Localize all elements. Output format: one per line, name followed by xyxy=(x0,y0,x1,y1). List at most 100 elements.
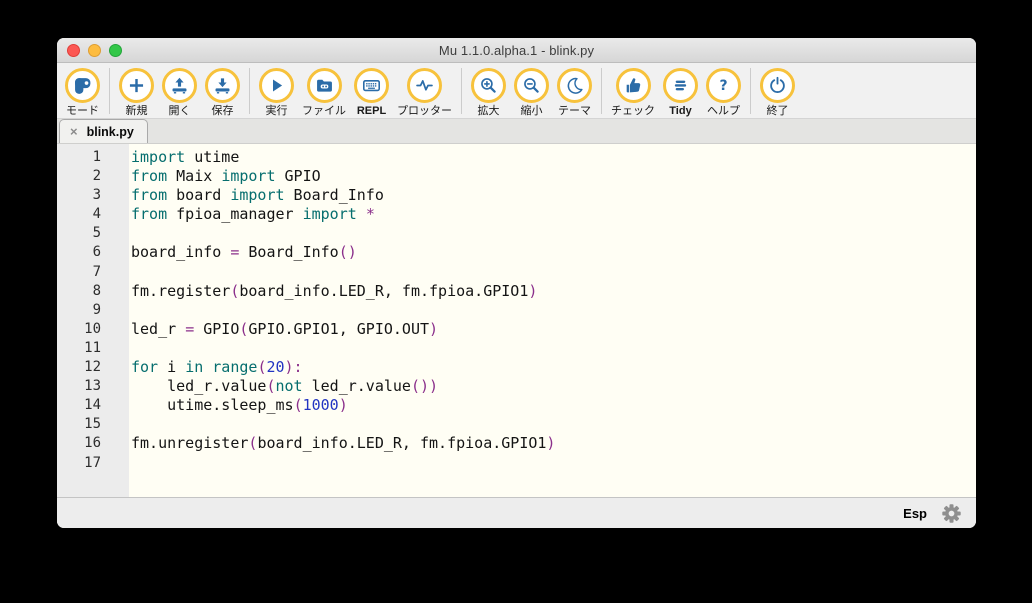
mu-editor-window: Mu 1.1.0.alpha.1 - blink.py モード 新規 開く 保存 実行 フ… xyxy=(57,38,976,528)
line-number-gutter: 1 2 3 4 5 6 7 8 9 10 11 12 13 14 15 16 17 xyxy=(57,144,129,497)
run-button[interactable]: 実行 xyxy=(255,68,298,117)
toolbar-group: 終了 xyxy=(756,68,799,117)
open-icon xyxy=(162,68,197,103)
close-window-button[interactable] xyxy=(67,43,80,57)
check-icon xyxy=(615,68,651,103)
code-line: fm.register(board_info.LED_R, fm.fpioa.G… xyxy=(131,281,538,300)
close-tab-icon[interactable]: × xyxy=(70,125,78,138)
line-number: 4 xyxy=(92,206,101,223)
new-icon xyxy=(119,68,154,103)
new-button[interactable]: 新規 xyxy=(115,68,158,117)
line-number: 16 xyxy=(84,435,101,452)
files-icon xyxy=(306,68,342,103)
mode-button[interactable]: モード xyxy=(61,68,104,117)
code-line: fm.unregister(board_info.LED_R, fm.fpioa… xyxy=(131,434,556,453)
tab-label: blink.py xyxy=(86,124,134,139)
toolbar-group: 新規 開く 保存 xyxy=(115,68,244,117)
code-line: led_r.value(not led_r.value()) xyxy=(131,377,439,396)
toolbar-button-label: チェック xyxy=(611,105,655,117)
toolbar-button-label: ヘルプ xyxy=(707,105,740,117)
toolbar-button-label: 拡大 xyxy=(477,105,500,117)
toolbar-button-label: テーマ xyxy=(558,105,591,117)
code-line: import utime xyxy=(131,148,240,166)
zoom-out-button[interactable]: 縮小 xyxy=(510,68,553,117)
line-number: 10 xyxy=(84,320,101,337)
mode-icon xyxy=(65,68,100,103)
files-button[interactable]: ファイル xyxy=(298,68,350,117)
code-line: utime.sleep_ms(1000) xyxy=(131,396,348,415)
line-number: 11 xyxy=(84,339,101,356)
toolbar-group: チェック Tidy? ヘルプ xyxy=(607,68,745,117)
toolbar-group: モード xyxy=(61,68,104,117)
tab-bar: × blink.py xyxy=(57,119,976,144)
toolbar-button-label: 新規 xyxy=(125,105,148,117)
toolbar-separator xyxy=(109,68,110,114)
toolbar-button-label: モード xyxy=(66,105,99,117)
help-icon: ? xyxy=(706,68,741,103)
toolbar-button-label: 縮小 xyxy=(520,105,543,117)
check-button[interactable]: チェック xyxy=(607,68,659,117)
toolbar-button-label: 保存 xyxy=(211,105,234,117)
line-number: 13 xyxy=(84,378,101,395)
window-titlebar[interactable]: Mu 1.1.0.alpha.1 - blink.py xyxy=(57,38,976,63)
line-number: 9 xyxy=(92,301,101,318)
toolbar-button-label: 終了 xyxy=(766,105,789,117)
toolbar-separator xyxy=(249,68,250,114)
plotter-button[interactable]: プロッター xyxy=(393,68,456,117)
line-number: 1 xyxy=(92,149,101,165)
toolbar: モード 新規 開く 保存 実行 ファイル REPL プロッター 拡大 縮小 テーマ チェック Tidy?… xyxy=(57,63,976,119)
toolbar-button-label: プロッター xyxy=(397,105,452,117)
save-icon xyxy=(205,68,240,103)
toolbar-group: 実行 ファイル REPL プロッター xyxy=(255,68,456,117)
quit-button[interactable]: 終了 xyxy=(756,68,799,117)
toolbar-button-label: REPL xyxy=(356,105,387,117)
line-number: 17 xyxy=(84,454,101,471)
repl-button[interactable]: REPL xyxy=(350,68,393,117)
toolbar-button-label: 開く xyxy=(168,105,191,117)
toolbar-separator xyxy=(461,68,462,114)
toolbar-separator xyxy=(601,68,602,114)
plotter-icon xyxy=(407,68,442,103)
zoom-in-icon xyxy=(471,68,506,103)
line-number: 12 xyxy=(84,359,101,376)
window-title: Mu 1.1.0.alpha.1 - blink.py xyxy=(438,42,595,58)
code-line: board_info = Board_Info() xyxy=(131,243,357,262)
toolbar-button-label: Tidy xyxy=(669,105,692,117)
save-button[interactable]: 保存 xyxy=(201,68,244,117)
tidy-icon xyxy=(663,68,698,103)
code-line: from Maix import GPIO xyxy=(131,167,321,186)
status-bar: Esp xyxy=(57,497,976,528)
code-area[interactable]: import utime from Maix import GPIO from bo… xyxy=(129,144,976,497)
tab-blink-py[interactable]: × blink.py xyxy=(59,119,148,143)
zoom-window-button[interactable] xyxy=(109,43,122,57)
zoom-in-button[interactable]: 拡大 xyxy=(467,68,510,117)
mode-indicator: Esp xyxy=(903,505,927,521)
help-button[interactable]: ? ヘルプ xyxy=(702,68,745,117)
line-number: 2 xyxy=(92,168,101,185)
line-number: 8 xyxy=(92,282,101,299)
code-line: for i in range(20): xyxy=(131,358,303,377)
line-number: 6 xyxy=(92,244,101,261)
code-editor[interactable]: 1 2 3 4 5 6 7 8 9 10 11 12 13 14 15 16 17 import utime fr… xyxy=(57,144,976,497)
tidy-button[interactable]: Tidy xyxy=(659,68,702,117)
quit-icon xyxy=(760,68,795,103)
repl-icon xyxy=(354,68,389,103)
code-line: from board import Board_Info xyxy=(131,186,384,205)
line-number: 3 xyxy=(92,187,101,204)
toolbar-button-label: ファイル xyxy=(302,105,346,117)
code-line: led_r = GPIO(GPIO.GPIO1, GPIO.OUT) xyxy=(131,319,439,338)
zoom-out-icon xyxy=(514,68,549,103)
theme-button[interactable]: テーマ xyxy=(553,68,596,117)
toolbar-group: 拡大 縮小 テーマ xyxy=(467,68,596,117)
settings-gear-icon[interactable] xyxy=(940,502,963,525)
svg-text:?: ? xyxy=(719,78,727,94)
open-button[interactable]: 開く xyxy=(158,68,201,117)
toolbar-separator xyxy=(750,68,751,114)
minimize-window-button[interactable] xyxy=(88,43,101,57)
